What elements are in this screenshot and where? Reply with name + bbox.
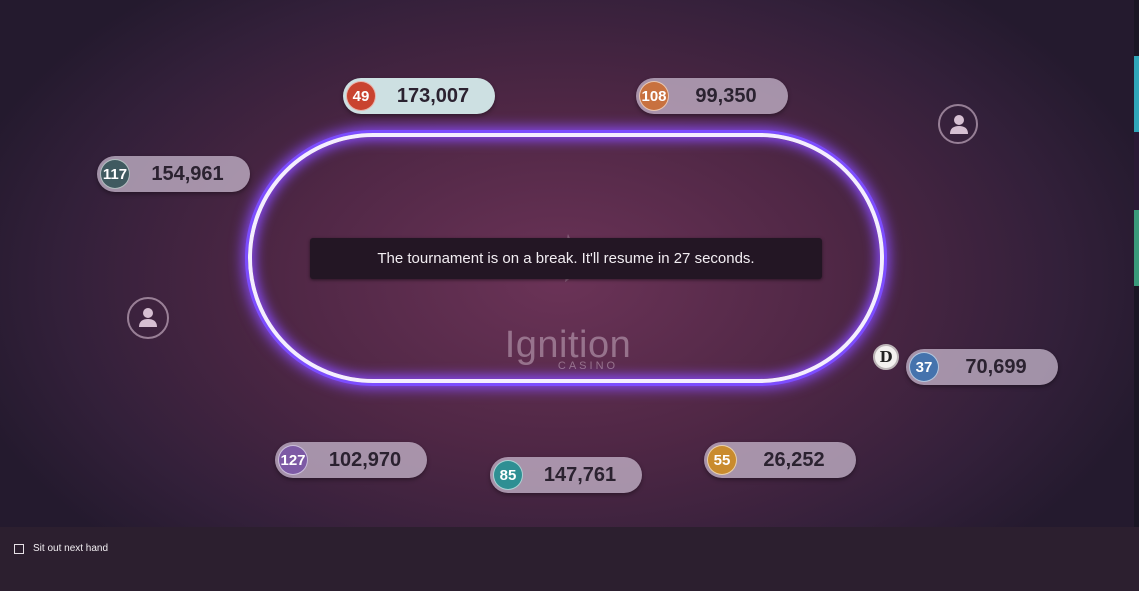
chip-stack: 26,252 xyxy=(763,449,825,471)
player-number-badge: 127 xyxy=(278,445,308,475)
person-icon xyxy=(950,115,968,134)
seat-player-85[interactable]: 85 147,761 xyxy=(490,457,642,493)
sit-out-next-hand-toggle[interactable]: Sit out next hand xyxy=(14,543,108,554)
logo-word: Ignition xyxy=(504,324,632,366)
side-strip-green xyxy=(1134,210,1139,286)
seat-player-49[interactable]: 49 173,007 xyxy=(343,78,495,114)
tournament-break-banner: The tournament is on a break. It'll resu… xyxy=(310,238,822,279)
side-strip-teal xyxy=(1134,56,1139,132)
seat-player-37[interactable]: 37 70,699 xyxy=(906,349,1058,385)
chip-stack: 147,761 xyxy=(543,464,617,486)
chip-stack: 154,961 xyxy=(151,163,224,185)
player-number-badge: 117 xyxy=(100,159,130,189)
player-number-badge: 108 xyxy=(639,81,669,111)
dealer-button: D xyxy=(873,344,899,370)
side-panel-strip xyxy=(1134,0,1139,527)
chip-stack: 99,350 xyxy=(695,85,757,107)
player-number-badge: 49 xyxy=(346,81,376,111)
chip-stack: 173,007 xyxy=(396,85,470,107)
side-strip-dark xyxy=(1134,132,1139,210)
seat-player-55[interactable]: 55 26,252 xyxy=(704,442,856,478)
casino-logo: Ignition CASINO xyxy=(488,326,648,372)
empty-seat-left[interactable] xyxy=(127,297,169,339)
sit-out-checkbox[interactable] xyxy=(14,543,24,554)
chip-stack: 102,970 xyxy=(328,449,402,471)
bottom-control-bar xyxy=(0,527,1139,591)
empty-seat-top-right[interactable] xyxy=(938,104,978,144)
player-number-badge: 37 xyxy=(909,352,939,382)
sit-out-label: Sit out next hand xyxy=(33,543,109,554)
player-number-badge: 85 xyxy=(493,460,523,490)
chip-stack: 70,699 xyxy=(965,356,1027,378)
seat-player-117[interactable]: 117 154,961 xyxy=(97,156,250,192)
player-number-badge: 55 xyxy=(707,445,737,475)
seat-player-127[interactable]: 127 102,970 xyxy=(275,442,427,478)
person-icon xyxy=(139,308,157,327)
seat-player-108[interactable]: 108 99,350 xyxy=(636,78,788,114)
